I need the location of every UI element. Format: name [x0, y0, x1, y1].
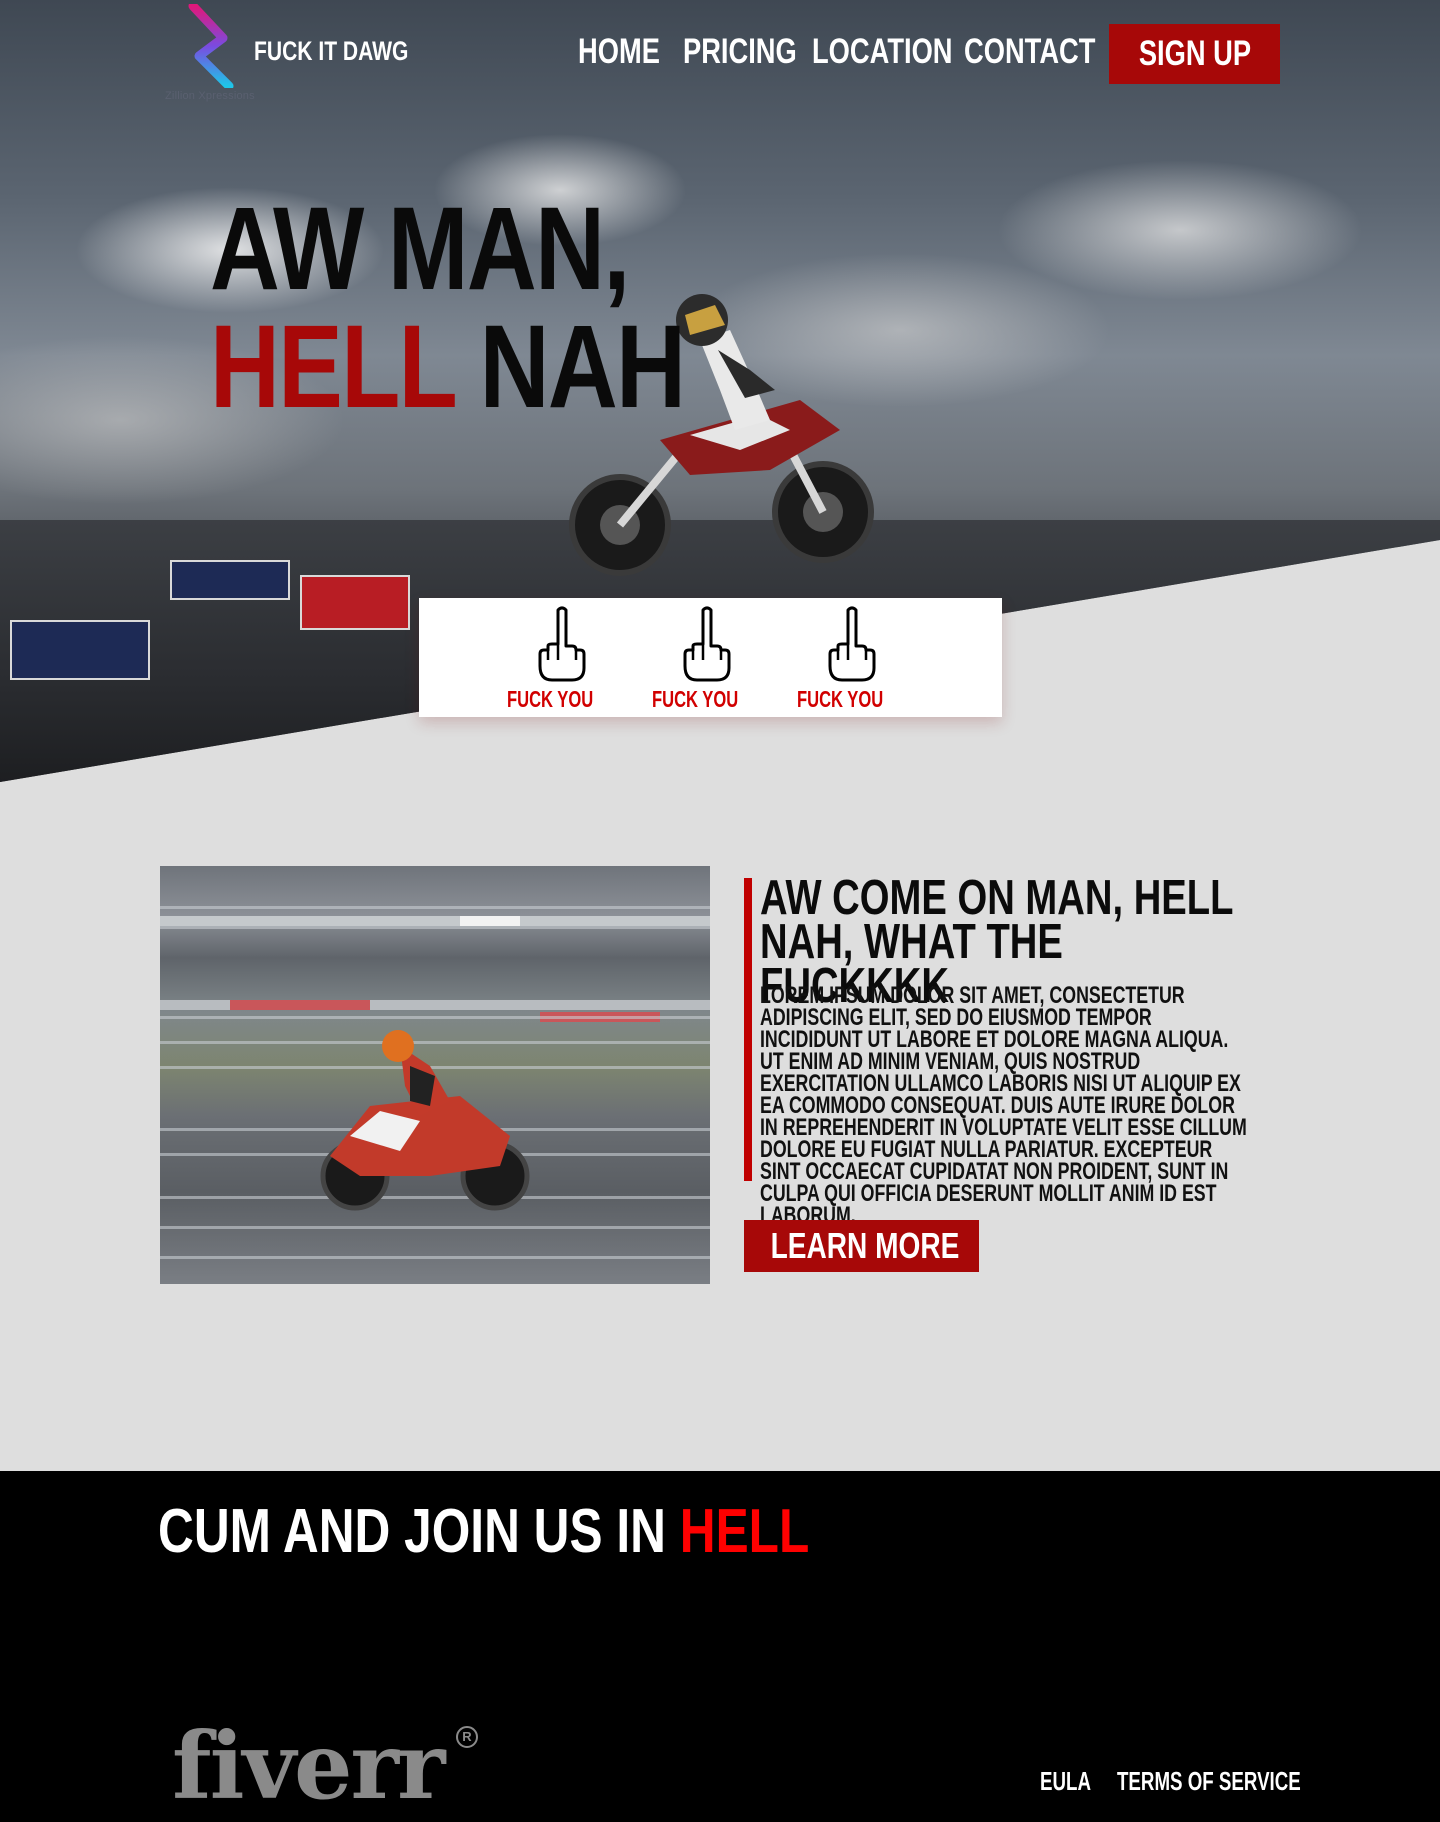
sign-up-label: SIGN UP [1138, 34, 1251, 73]
section-accent-bar [744, 878, 752, 1181]
sign-up-button[interactable]: SIGN UP [1109, 24, 1280, 84]
footer-link-terms[interactable]: TERMS OF SERVICE [1117, 1766, 1301, 1797]
card-item[interactable]: FUCK YOU [652, 606, 762, 712]
middle-finger-icon [683, 606, 731, 682]
footer-headline-text: CUM AND JOIN US IN [158, 1497, 666, 1566]
nav-pricing[interactable]: PRICING [683, 32, 797, 72]
middle-finger-icon [538, 606, 586, 682]
section-body-text: LOREM IPSUM DOLOR SIT AMET, CONSECTETUR … [760, 982, 1247, 1229]
hero-line-2-rest: NAH [479, 301, 686, 433]
hero-banner [10, 620, 150, 680]
hero-banner [170, 560, 290, 600]
nav-contact[interactable]: CONTACT [964, 32, 1095, 72]
card-label: FUCK YOU [797, 686, 884, 712]
logo-subtitle: Zillion Xpressions [165, 90, 255, 102]
hero-banner [300, 575, 410, 630]
hero-headline: AW MAN, HELL NAH [158, 190, 736, 426]
nav-home[interactable]: HOME [578, 32, 660, 72]
z-logo-icon[interactable] [185, 4, 237, 88]
hero-line-2: HELL NAH [210, 308, 686, 426]
card-label: FUCK YOU [652, 686, 739, 712]
brand-name[interactable]: FUCK IT DAWG [254, 36, 408, 67]
registered-mark-icon: R [456, 1726, 478, 1748]
feature-card: FUCK YOU FUCK YOU FUCK YOU [419, 598, 1002, 717]
card-label: FUCK YOU [507, 686, 594, 712]
learn-more-button[interactable]: LEARN MORE [744, 1220, 979, 1272]
footer-headline: CUM AND JOIN US IN HELL [158, 1496, 809, 1567]
nav-location[interactable]: LOCATION [812, 32, 953, 72]
hero-highlight-word: HELL [210, 301, 456, 433]
footer-highlight-word: HELL [679, 1497, 810, 1566]
superbike-rider-image [320, 1030, 530, 1211]
footer-link-eula[interactable]: EULA [1040, 1766, 1091, 1797]
card-item[interactable]: FUCK YOU [797, 606, 907, 712]
hero-line-1: AW MAN, [210, 183, 630, 315]
learn-more-label: LEARN MORE [770, 1225, 960, 1266]
fiverr-logo[interactable]: fiverr [172, 1720, 445, 1812]
middle-finger-icon [828, 606, 876, 682]
card-item[interactable]: FUCK YOU [507, 606, 617, 712]
superbike-photo [160, 866, 710, 1284]
